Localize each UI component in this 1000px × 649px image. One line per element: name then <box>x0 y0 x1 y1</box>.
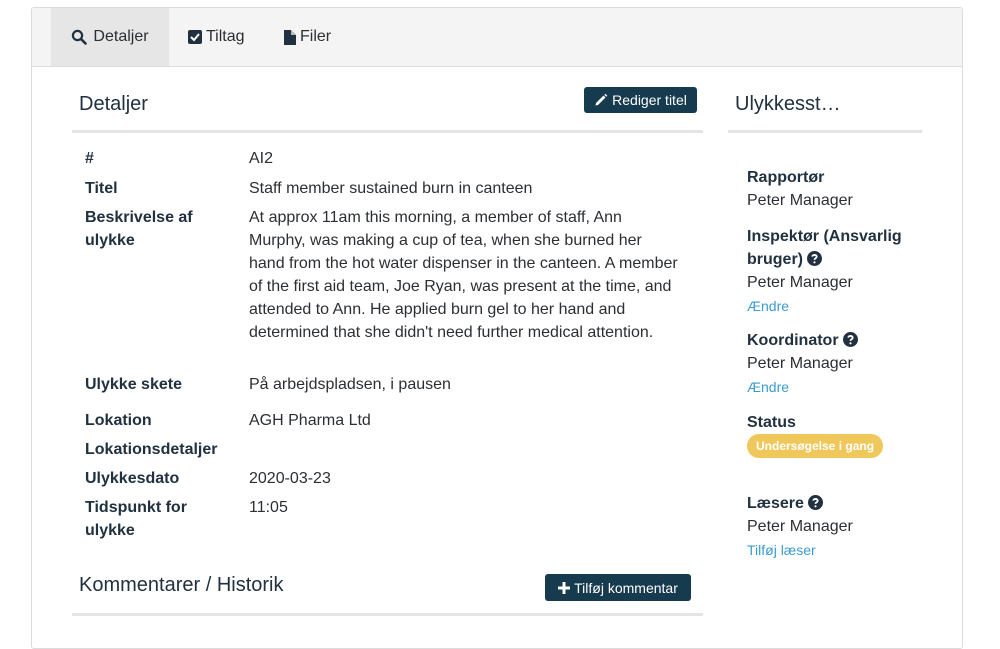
plus-icon <box>558 581 571 594</box>
field-label: Lokationsdetaljer <box>85 441 218 458</box>
field-label: Ulykke skete <box>85 376 182 393</box>
tab-tiltag[interactable]: Tiltag <box>188 8 245 66</box>
tab-details-label: Detaljer <box>93 28 149 45</box>
sidebar-divider <box>728 130 922 133</box>
change-inspector-link[interactable]: Ændre <box>747 298 789 314</box>
comments-title: Kommentarer / Historik <box>79 574 284 596</box>
field-value: At approx 11am this morning, a member of… <box>249 209 678 341</box>
field-label: # <box>85 150 94 167</box>
help-icon[interactable] <box>807 495 823 510</box>
tab-filer[interactable]: Filer <box>284 8 331 66</box>
field-value: 11:05 <box>249 499 288 516</box>
add-comment-button[interactable]: Tilføj kommentar <box>545 574 691 601</box>
help-icon[interactable] <box>842 332 858 347</box>
tab-details[interactable]: Detaljer <box>51 8 169 66</box>
field-label: Titel <box>85 180 118 197</box>
sidebar-title: Ulykkesst… <box>735 93 841 115</box>
coordinator-value: Peter Manager <box>747 355 853 372</box>
field-value: 2020-03-23 <box>249 470 331 487</box>
status-label: Status <box>747 414 796 431</box>
readers-label-text: Læsere <box>747 495 804 512</box>
field-label: Tidspunkt for ulykke <box>85 499 187 539</box>
details-title: Detaljer <box>79 93 148 115</box>
file-icon <box>284 29 296 45</box>
field-label: Lokation <box>85 412 152 429</box>
help-icon[interactable] <box>807 251 822 266</box>
readers-label: Læsere <box>747 492 927 515</box>
change-coordinator-link[interactable]: Ændre <box>747 379 789 395</box>
edit-title-button[interactable]: Rediger titel <box>584 87 697 113</box>
add-comment-label: Tilføj kommentar <box>574 579 678 596</box>
pencil-icon <box>594 93 608 107</box>
tab-bar: Detaljer Tiltag Filer <box>32 8 962 67</box>
inspector-label: Inspektør (Ansvarlig bruger) <box>747 225 927 271</box>
field-label: Beskrivelse af ulykke <box>85 209 193 249</box>
inspector-label-text: Inspektør (Ansvarlig bruger) <box>747 228 902 268</box>
status-badge: Undersøgelse i gang <box>747 434 884 458</box>
field-label: Ulykkesdato <box>85 470 180 487</box>
reporter-value: Peter Manager <box>747 192 853 209</box>
field-value: På arbejdspladsen, i pausen <box>249 376 451 393</box>
checkbox-icon <box>188 30 202 44</box>
field-value: AGH Pharma Ltd <box>249 412 371 429</box>
edit-title-label: Rediger titel <box>612 92 687 108</box>
coordinator-label: Koordinator <box>747 329 927 352</box>
tab-tiltag-label: Tiltag <box>206 28 245 45</box>
coordinator-label-text: Koordinator <box>747 332 839 349</box>
comments-divider <box>72 613 703 616</box>
search-icon <box>71 29 88 45</box>
field-value: Staff member sustained burn in canteen <box>249 180 533 197</box>
details-divider <box>72 130 703 133</box>
readers-value: Peter Manager <box>747 518 853 535</box>
tab-filer-label: Filer <box>300 28 332 45</box>
add-reader-link[interactable]: Tilføj læser <box>747 542 816 558</box>
inspector-value: Peter Manager <box>747 274 853 291</box>
reporter-label: Rapportør <box>747 169 825 186</box>
field-value: AI2 <box>249 150 274 167</box>
